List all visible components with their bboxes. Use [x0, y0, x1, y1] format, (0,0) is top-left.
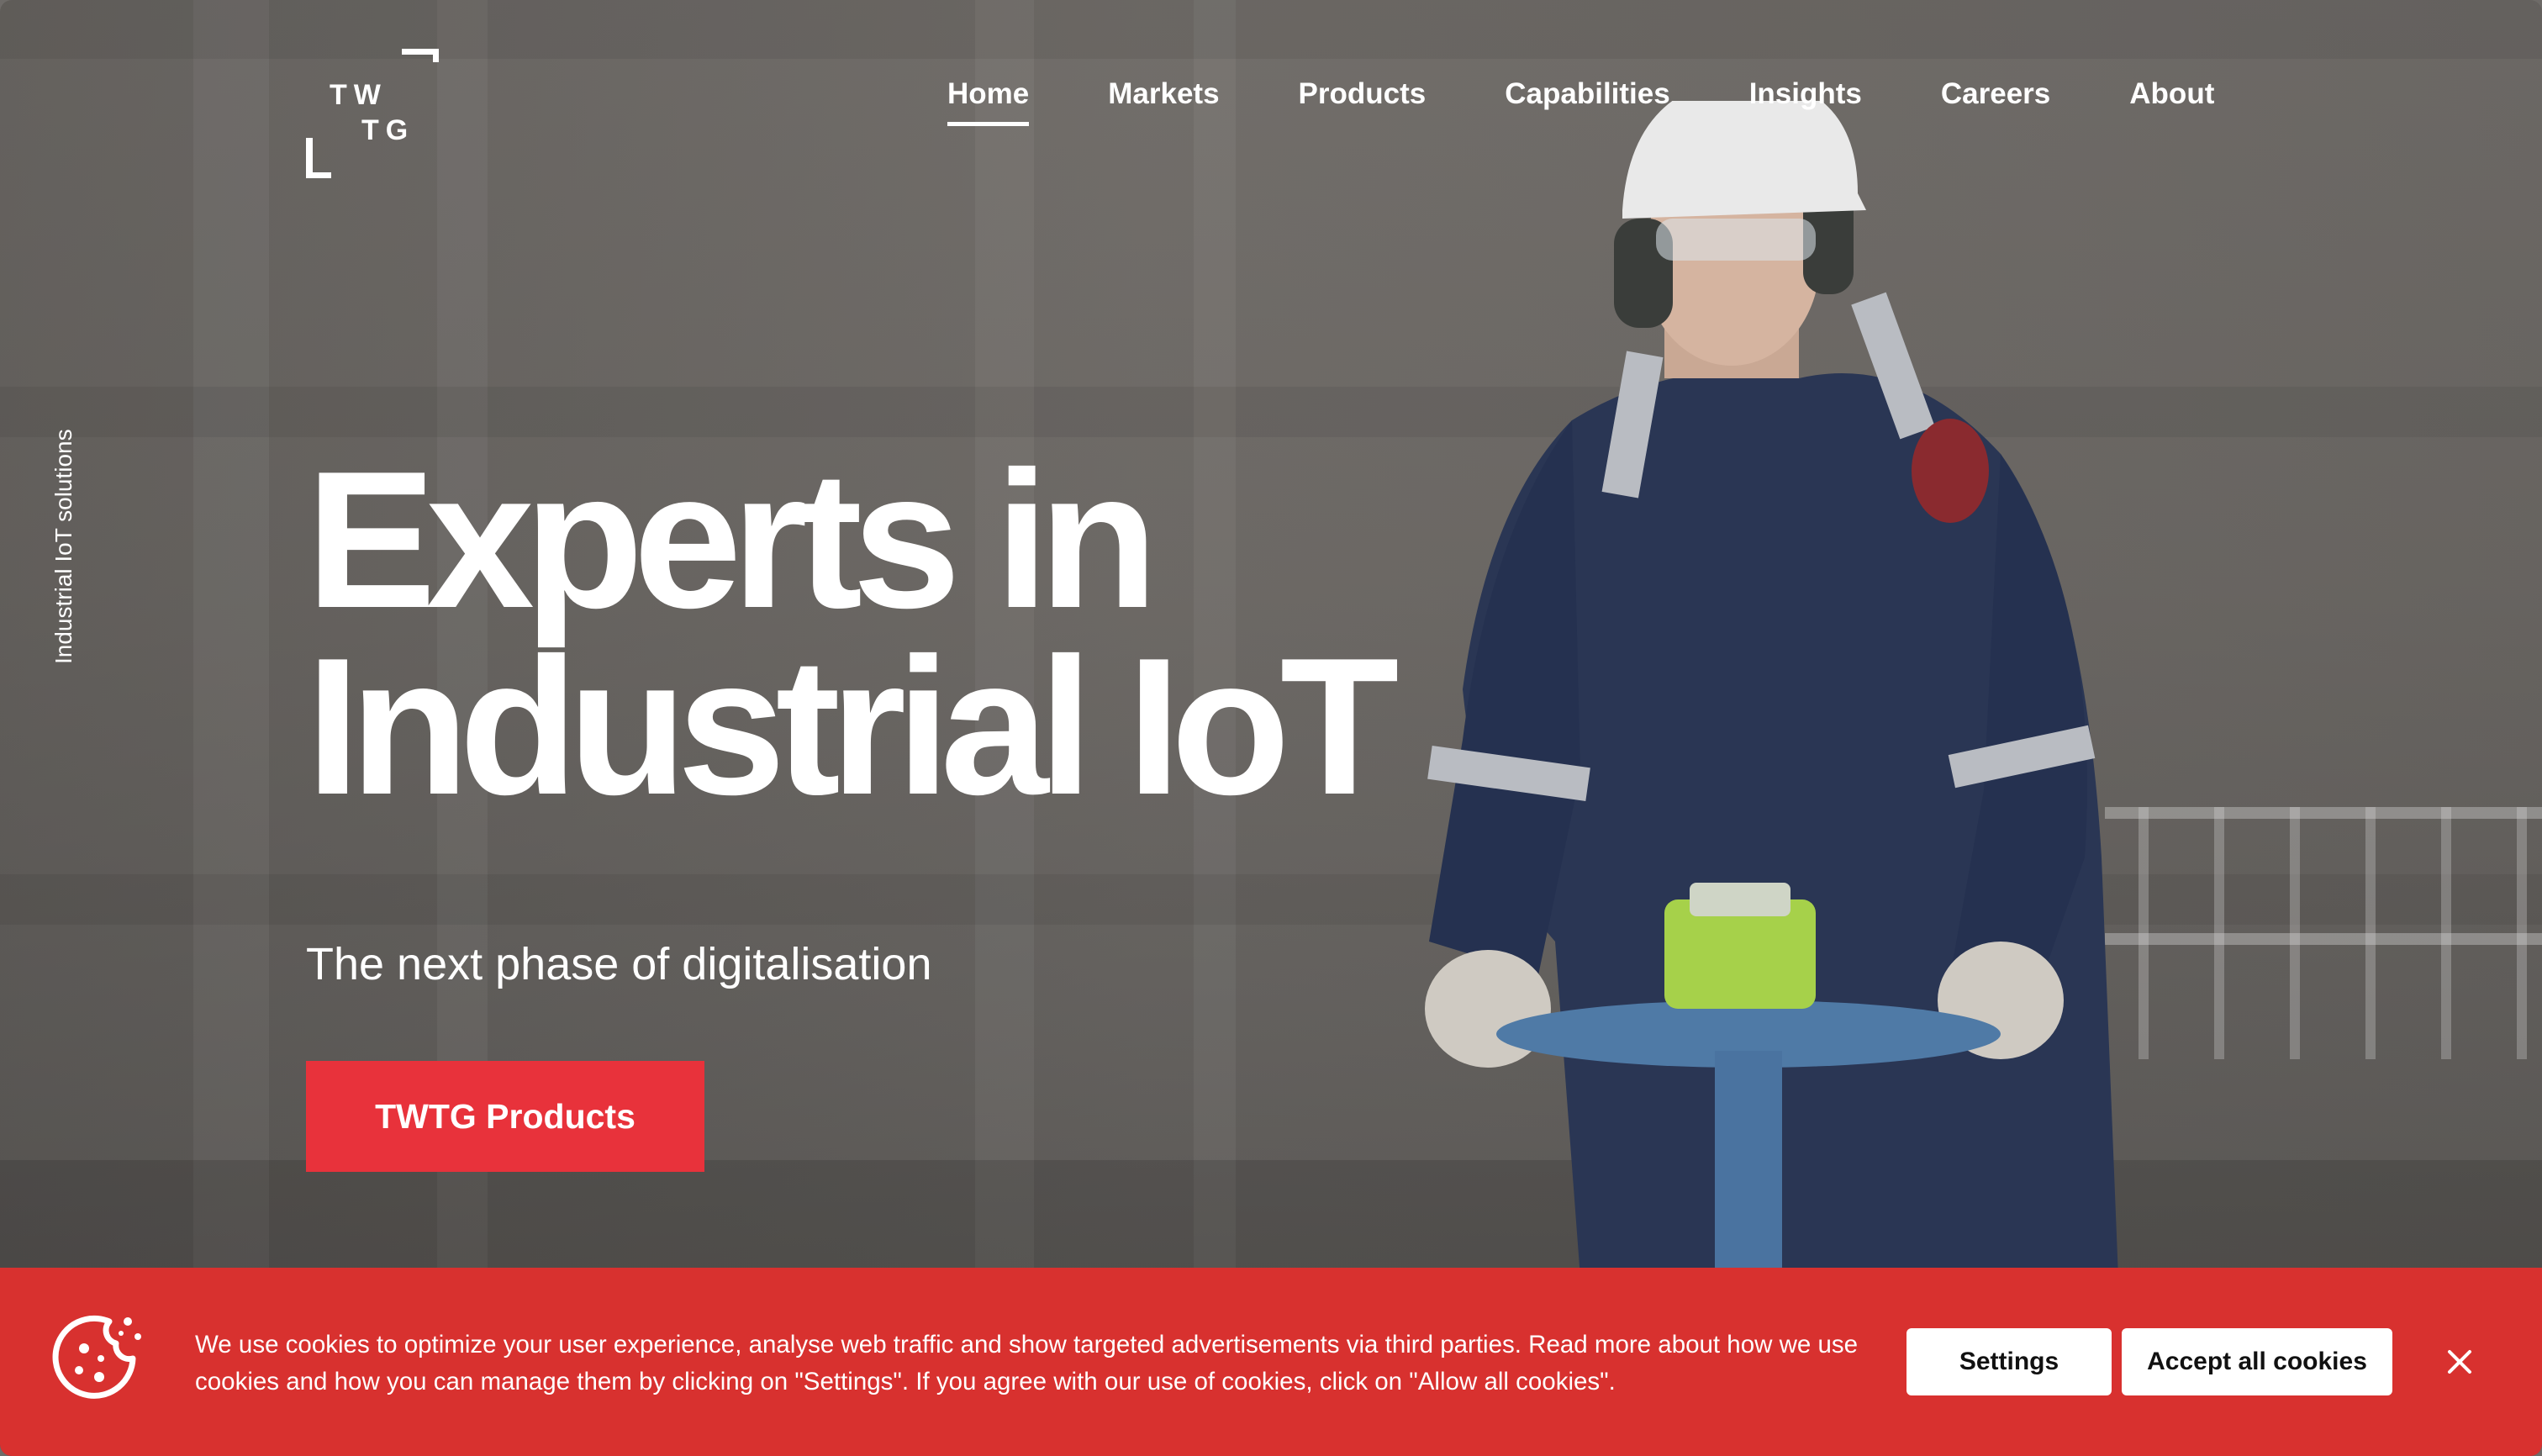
close-icon[interactable]	[2443, 1345, 2476, 1379]
nav-item-products[interactable]: Products	[1299, 77, 1427, 126]
worker-illustration	[1425, 101, 2118, 1278]
nav-item-careers[interactable]: Careers	[1941, 77, 2050, 126]
twtg-logo[interactable]: TW TG	[303, 47, 446, 182]
cookie-banner: We use cookies to optimize your user exp…	[0, 1268, 2542, 1456]
cookie-consent-text: We use cookies to optimize your user exp…	[195, 1331, 1859, 1395]
hero-title: Experts in Industrial IoT	[306, 431, 1483, 836]
hero-subtitle: The next phase of digitalisation	[306, 939, 932, 989]
nav-item-capabilities[interactable]: Capabilities	[1505, 77, 1669, 126]
main-nav: Home Markets Products Capabilities Insig…	[947, 77, 2214, 126]
cookie-settings-button[interactable]: Settings	[1906, 1328, 2112, 1395]
side-tagline: Industrial IoT solutions	[50, 397, 101, 666]
nav-item-home[interactable]: Home	[947, 77, 1030, 126]
logo-corner-mark	[306, 138, 331, 178]
page: TW TG Home Markets Products Capabilities…	[0, 0, 2542, 1456]
hero-title-line1: Experts in	[306, 431, 1158, 649]
twtg-products-button[interactable]: TWTG Products	[306, 1061, 704, 1172]
logo-text-line2: TG	[361, 114, 415, 146]
nav-item-markets[interactable]: Markets	[1108, 77, 1219, 126]
logo-corner-mark	[402, 49, 439, 62]
nav-item-insights[interactable]: Insights	[1749, 77, 1862, 126]
logo-text-line1: TW	[330, 79, 388, 111]
cookie-icon	[52, 1315, 141, 1399]
hero-title-line2: Industrial IoT	[306, 618, 1399, 836]
nav-item-about[interactable]: About	[2129, 77, 2214, 126]
accept-all-cookies-button[interactable]: Accept all cookies	[2122, 1328, 2392, 1395]
side-tagline-text: Industrial IoT solutions	[50, 429, 76, 664]
